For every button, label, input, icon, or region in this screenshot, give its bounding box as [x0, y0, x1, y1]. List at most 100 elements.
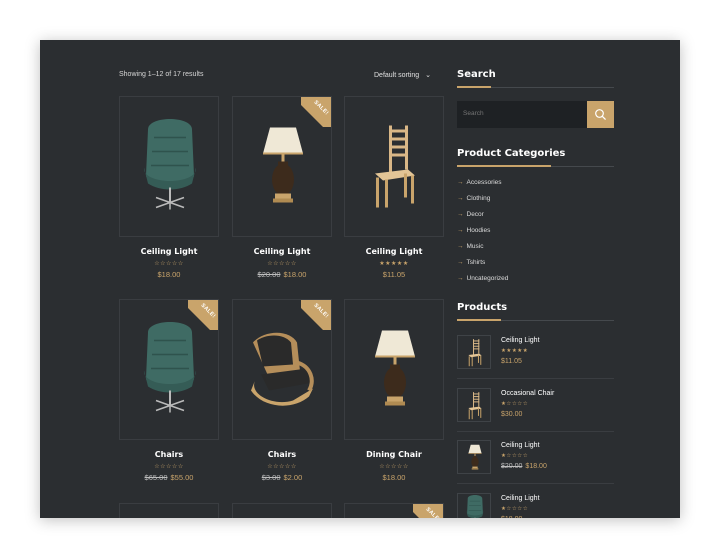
- current-price: $11.05: [501, 358, 522, 365]
- search-widget-title: Search: [457, 69, 496, 80]
- product-price: $11.05: [501, 358, 522, 365]
- product-card[interactable]: [232, 503, 332, 518]
- product-price: $18.00: [119, 270, 219, 279]
- category-link[interactable]: → Clothing: [457, 195, 490, 202]
- product-thumbnail[interactable]: [457, 335, 491, 369]
- sale-ribbon: SALE!: [184, 300, 218, 334]
- sort-selected-label: Default sorting: [374, 72, 420, 79]
- star-rating: ★★★★★: [379, 261, 409, 267]
- sort-select[interactable]: Default sorting ⌄: [374, 71, 431, 79]
- current-price: $18.00: [501, 516, 522, 519]
- chevron-down-icon: ⌄: [425, 72, 432, 79]
- product-card[interactable]: SALE!: [232, 299, 332, 440]
- category-link[interactable]: → Hoodies: [457, 227, 490, 234]
- product-price: $11.05: [344, 270, 444, 279]
- current-price: $55.00: [170, 473, 194, 482]
- widget-product-item[interactable]: Occasional Chair ★☆☆☆☆ $30.00: [457, 387, 614, 440]
- widget-product-title[interactable]: Ceiling Light: [501, 337, 540, 344]
- star-rating: ★★★★★: [501, 348, 529, 354]
- product-price: $20.00 $18.00: [232, 270, 332, 279]
- result-count: Showing 1–12 of 17 results: [119, 71, 204, 78]
- product-card[interactable]: [344, 299, 444, 440]
- product-card[interactable]: [119, 503, 219, 518]
- product-title[interactable]: Chairs: [232, 450, 332, 459]
- arrow-right-icon: →: [457, 179, 464, 186]
- star-rating: ★☆☆☆☆: [501, 505, 529, 512]
- category-link[interactable]: → Music: [457, 243, 483, 250]
- widget-product-item[interactable]: Ceiling Light ★★★★★ $11.05: [457, 335, 614, 387]
- original-price: $3.00: [261, 473, 281, 482]
- product-card[interactable]: [119, 96, 219, 237]
- star-rating: ☆☆☆☆☆: [267, 261, 297, 267]
- search-input[interactable]: [463, 110, 573, 117]
- widget-product-title[interactable]: Ceiling Light: [501, 495, 540, 502]
- widget-product-item[interactable]: Ceiling Light ★☆☆☆☆ $18.00: [457, 492, 614, 519]
- category-label: Clothing: [466, 195, 491, 202]
- product-price: $30.00: [501, 411, 522, 418]
- products-widget-title: Products: [457, 302, 508, 313]
- original-price: $20.00: [257, 270, 281, 279]
- sale-ribbon: SALE!: [297, 97, 331, 131]
- star-rating: ☆☆☆☆☆: [154, 464, 184, 470]
- product-title[interactable]: Ceiling Light: [119, 247, 219, 256]
- arrow-right-icon: →: [457, 227, 464, 234]
- star-rating: ☆☆☆☆☆: [154, 261, 184, 267]
- product-image: [468, 444, 482, 470]
- product-price: $65.00 $55.00: [119, 473, 219, 482]
- star-rating: ☆☆☆☆☆: [267, 464, 297, 470]
- product-thumbnail[interactable]: [457, 440, 491, 474]
- divider: [457, 430, 614, 432]
- current-price: $18.00: [525, 463, 547, 470]
- star-rating: ★☆☆☆☆: [501, 453, 529, 459]
- title-accent-line: [457, 86, 491, 88]
- widget-product-item[interactable]: Ceiling Light ★☆☆☆☆ $20.00 $18.00: [457, 440, 614, 492]
- star-rating: ★☆☆☆☆: [501, 400, 529, 407]
- product-thumbnail[interactable]: [457, 492, 491, 518]
- divider: [457, 483, 614, 484]
- categories-widget-title: Product Categories: [457, 148, 566, 159]
- product-image: [468, 391, 482, 419]
- product-thumbnail[interactable]: [457, 387, 491, 422]
- product-title[interactable]: Dining Chair: [344, 450, 444, 459]
- product-card[interactable]: SALE!: [344, 503, 444, 518]
- widget-product-title[interactable]: Ceiling Light: [501, 442, 540, 449]
- star-rating: ☆☆☆☆☆: [379, 464, 409, 470]
- product-image: [143, 119, 197, 210]
- product-image: [466, 494, 484, 518]
- search-button[interactable]: [587, 101, 614, 128]
- widget-product-title[interactable]: Occasional Chair: [501, 390, 554, 397]
- product-card[interactable]: SALE!: [119, 299, 219, 440]
- current-price: $18.00: [157, 270, 181, 279]
- divider: [457, 378, 614, 379]
- original-price: $65.00: [144, 473, 168, 482]
- category-label: Decor: [466, 211, 484, 218]
- product-image: [468, 339, 482, 367]
- product-card[interactable]: SALE!: [232, 96, 332, 237]
- product-title[interactable]: Ceiling Light: [232, 247, 332, 256]
- arrow-right-icon: →: [457, 195, 464, 202]
- category-label: Uncategorized: [466, 275, 509, 282]
- product-price: $20.00 $18.00: [501, 463, 547, 470]
- category-link[interactable]: → Decor: [457, 211, 484, 218]
- product-price: $18.00: [344, 473, 444, 482]
- category-label: Tshirts: [466, 259, 486, 266]
- sale-ribbon: SALE!: [297, 300, 331, 334]
- category-link[interactable]: → Uncategorized: [457, 275, 508, 282]
- product-title[interactable]: Ceiling Light: [344, 247, 444, 256]
- search-field[interactable]: [457, 101, 587, 128]
- category-label: Music: [466, 243, 484, 250]
- product-image: [375, 125, 415, 208]
- category-label: Hoodies: [466, 227, 491, 234]
- category-label: Accessories: [466, 179, 502, 186]
- product-image: [375, 330, 415, 406]
- arrow-right-icon: →: [457, 259, 464, 266]
- product-card[interactable]: [344, 96, 444, 237]
- current-price: $18.00: [283, 270, 307, 279]
- product-title[interactable]: Chairs: [119, 450, 219, 459]
- category-link[interactable]: → Tshirts: [457, 259, 485, 266]
- current-price: $18.00: [382, 473, 406, 482]
- shop-page: Showing 1–12 of 17 results Default sorti…: [40, 40, 680, 518]
- sale-ribbon: SALE!: [409, 504, 443, 518]
- category-link[interactable]: → Accessories: [457, 179, 502, 186]
- current-price: $11.05: [382, 270, 406, 279]
